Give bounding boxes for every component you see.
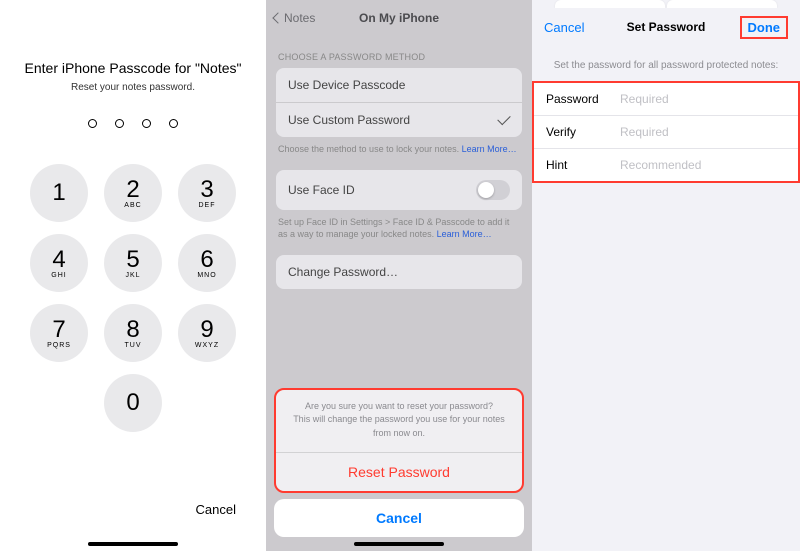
action-sheet: Are you sure you want to reset your pass…	[274, 388, 524, 538]
nav-bar: Notes On My iPhone	[266, 0, 532, 36]
key-2[interactable]: 2ABC	[104, 164, 162, 222]
key-3[interactable]: 3DEF	[178, 164, 236, 222]
notes-settings-screen: Notes On My iPhone CHOOSE A PASSWORD MET…	[266, 0, 532, 551]
password-label: Password	[546, 92, 620, 106]
key-8[interactable]: 8TUV	[104, 304, 162, 362]
use-device-passcode-row[interactable]: Use Device Passcode	[276, 68, 522, 102]
key-7[interactable]: 7PQRS	[30, 304, 88, 362]
learn-more-link[interactable]: Learn More…	[462, 144, 517, 154]
faceid-group: Use Face ID	[276, 170, 522, 210]
change-password-row[interactable]: Change Password…	[276, 255, 522, 289]
use-custom-password-row[interactable]: Use Custom Password	[276, 102, 522, 137]
password-method-group: Use Device Passcode Use Custom Password	[276, 68, 522, 137]
key-0[interactable]: 0	[104, 374, 162, 432]
hint-label: Hint	[546, 158, 620, 172]
passcode-dot	[115, 119, 124, 128]
sheet-cancel-button[interactable]: Cancel	[274, 499, 524, 537]
passcode-title: Enter iPhone Passcode for "Notes"	[0, 60, 266, 76]
password-field-row[interactable]: Password Required	[534, 83, 798, 115]
checkmark-icon	[497, 112, 510, 125]
action-sheet-box: Are you sure you want to reset your pass…	[274, 388, 524, 494]
done-button[interactable]: Done	[740, 16, 789, 39]
verify-label: Verify	[546, 125, 620, 139]
key-1[interactable]: 1	[30, 164, 88, 222]
passcode-subtitle: Reset your notes password.	[0, 82, 266, 93]
nav-bar: Cancel Set Password Done	[532, 8, 800, 46]
passcode-screen: Enter iPhone Passcode for "Notes" Reset …	[0, 0, 266, 551]
verify-field-row[interactable]: Verify Required	[534, 115, 798, 148]
reset-password-button[interactable]: Reset Password	[276, 452, 522, 491]
password-input[interactable]: Required	[620, 92, 669, 106]
set-password-screen: Cancel Set Password Done Set the passwor…	[532, 0, 800, 551]
verify-input[interactable]: Required	[620, 125, 669, 139]
nav-title: On My iPhone	[266, 11, 532, 25]
passcode-dots	[0, 119, 266, 128]
home-indicator[interactable]	[354, 542, 444, 546]
home-indicator[interactable]	[88, 542, 178, 546]
key-6[interactable]: 6MNO	[178, 234, 236, 292]
faceid-footer: Set up Face ID in Settings > Face ID & P…	[266, 210, 532, 241]
faceid-toggle[interactable]	[476, 180, 510, 200]
set-password-subtitle: Set the password for all password protec…	[532, 46, 800, 81]
cancel-button[interactable]: Cancel	[196, 502, 236, 517]
key-5[interactable]: 5JKL	[104, 234, 162, 292]
section-header: CHOOSE A PASSWORD METHOD	[266, 36, 532, 68]
learn-more-link[interactable]: Learn More…	[437, 229, 492, 239]
method-footer: Choose the method to use to lock your no…	[266, 137, 532, 156]
passcode-dot	[169, 119, 178, 128]
cancel-button[interactable]: Cancel	[544, 20, 584, 35]
passcode-dot	[142, 119, 151, 128]
key-9[interactable]: 9WXYZ	[178, 304, 236, 362]
passcode-dot	[88, 119, 97, 128]
hint-input[interactable]: Recommended	[620, 158, 701, 172]
password-fields-group: Password Required Verify Required Hint R…	[532, 81, 800, 183]
key-4[interactable]: 4GHI	[30, 234, 88, 292]
hint-field-row[interactable]: Hint Recommended	[534, 148, 798, 181]
keypad: 1 2ABC 3DEF 4GHI 5JKL 6MNO 7PQRS 8TUV 9W…	[28, 164, 238, 432]
change-password-group: Change Password…	[276, 255, 522, 289]
sheet-message: Are you sure you want to reset your pass…	[276, 390, 522, 453]
faceid-row[interactable]: Use Face ID	[276, 170, 522, 210]
